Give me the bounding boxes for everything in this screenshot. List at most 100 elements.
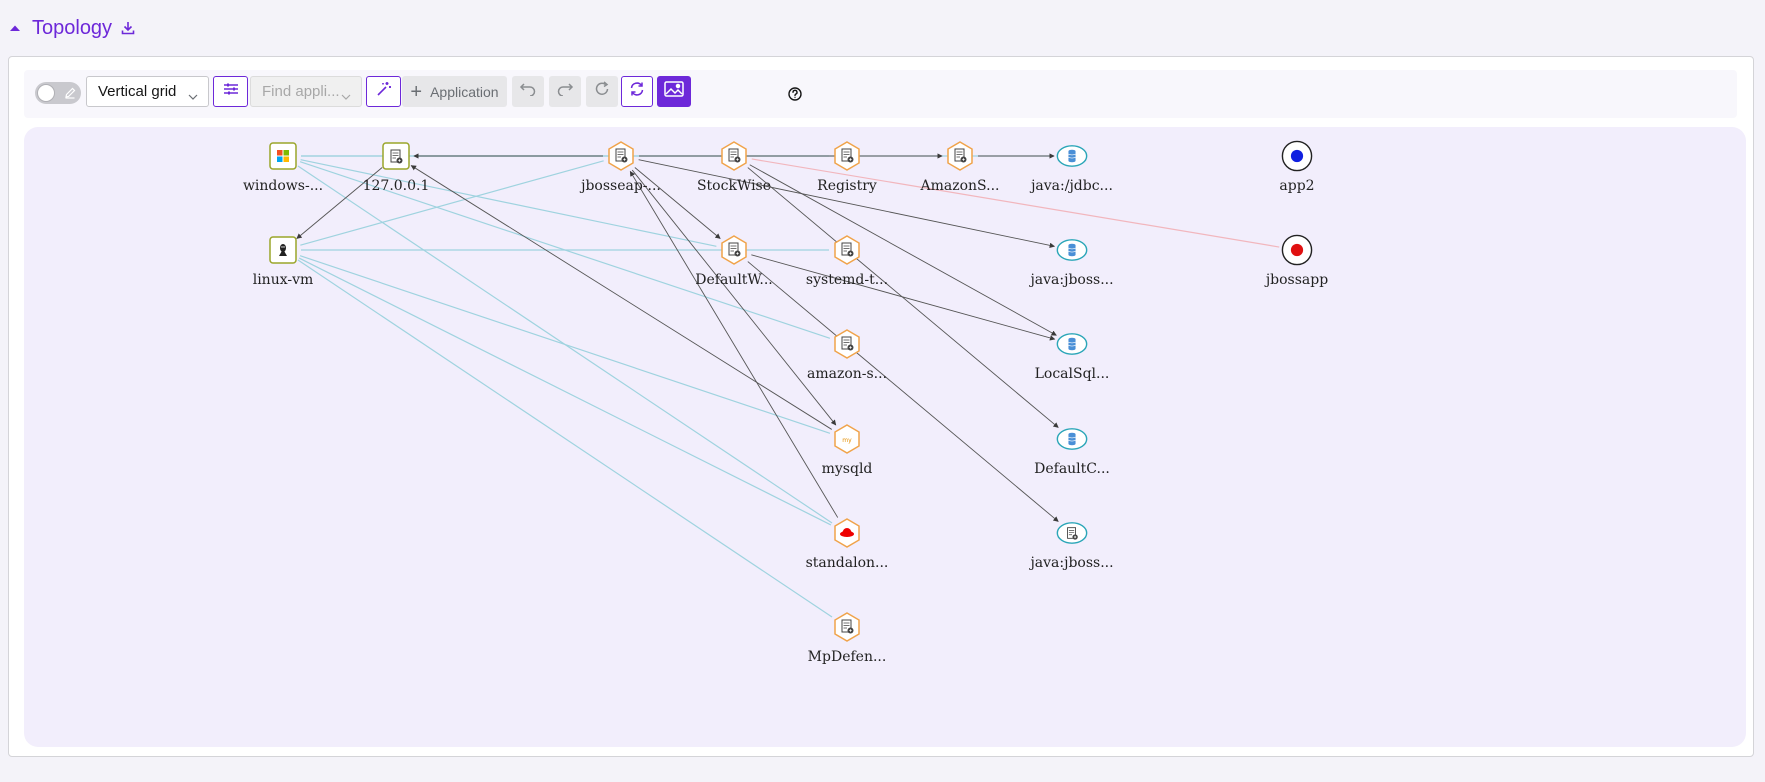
- node-label: StockWise: [696, 178, 772, 194]
- plus-icon: +: [410, 80, 423, 103]
- section-title: Topology: [32, 16, 113, 39]
- redo-button[interactable]: [549, 76, 581, 107]
- app-red-icon: [1281, 234, 1313, 266]
- topology-node-mysqld[interactable]: my mysqld: [792, 423, 902, 477]
- mysql-icon: my: [831, 423, 863, 455]
- topology-node-jdbc[interactable]: java:/jdbc...: [1017, 140, 1127, 194]
- node-label: amazon-s...: [806, 366, 888, 382]
- topology-node-jbosseap[interactable]: jbosseap-...: [566, 140, 676, 194]
- node-label: windows-...: [242, 178, 324, 194]
- download-icon[interactable]: [120, 20, 136, 36]
- service-icon: [831, 611, 863, 643]
- sync-icon: [629, 81, 645, 102]
- toggle-knob: [37, 84, 55, 102]
- topology-node-jboss1[interactable]: java:jboss...: [1017, 234, 1127, 288]
- edge-jbosseap-to-mysqld[interactable]: [631, 169, 837, 426]
- edge-linux-to-standalon[interactable]: [298, 257, 832, 526]
- service-icon: [831, 328, 863, 360]
- layout-select[interactable]: Vertical grid: [86, 76, 209, 107]
- sliders-icon: [223, 82, 239, 101]
- service-icon: [831, 234, 863, 266]
- topology-node-jboss2[interactable]: java:jboss...: [1017, 517, 1127, 571]
- topology-node-mpdefen[interactable]: MpDefen...: [792, 611, 902, 665]
- host-file-icon: [380, 140, 412, 172]
- node-label: java:jboss...: [1030, 555, 1114, 571]
- node-label: Registry: [817, 178, 877, 194]
- undo-button[interactable]: [512, 76, 544, 107]
- topology-node-127[interactable]: 127.0.0.1: [341, 140, 451, 194]
- topology-node-standalon[interactable]: standalon...: [792, 517, 902, 571]
- node-label: MpDefen...: [807, 649, 887, 665]
- node-label: LocalSql...: [1034, 366, 1110, 382]
- node-label: AmazonS...: [920, 178, 1000, 194]
- topology-node-app2[interactable]: app2: [1242, 140, 1352, 194]
- topology-node-defaultw[interactable]: DefaultW...: [679, 234, 789, 288]
- node-label: systemd-t...: [805, 272, 889, 288]
- pencil-icon: [64, 86, 76, 104]
- help-icon[interactable]: [788, 87, 802, 101]
- toolbar: Vertical grid Find appli... + Applicatio…: [24, 70, 1737, 118]
- rotate-icon: [594, 81, 610, 102]
- redo-icon: [556, 82, 574, 101]
- reload-button[interactable]: [586, 76, 618, 107]
- datasource-icon: [1056, 140, 1088, 172]
- service-icon: [605, 140, 637, 172]
- caret-up-icon[interactable]: [8, 21, 22, 35]
- node-label: linux-vm: [252, 272, 314, 288]
- service-icon: [831, 140, 863, 172]
- redhat-icon: [831, 517, 863, 549]
- topology-node-jbossapp[interactable]: jbossapp: [1242, 234, 1352, 288]
- topology-node-localsql[interactable]: LocalSql...: [1017, 328, 1127, 382]
- datasource-icon: [1056, 423, 1088, 455]
- topology-node-stockwise[interactable]: StockWise: [679, 140, 789, 194]
- find-application-placeholder: Find appli...: [262, 83, 340, 100]
- topology-canvas[interactable]: windows-... 127.0.0.1 jbosseap-... StockWis…: [24, 127, 1746, 747]
- windows-host-icon: [267, 140, 299, 172]
- edge-linux-to-mpdefen[interactable]: [297, 259, 833, 618]
- chevron-down-icon: [188, 87, 198, 104]
- svg-text:my: my: [842, 437, 852, 444]
- refresh-button[interactable]: [621, 76, 653, 107]
- edit-mode-toggle[interactable]: [35, 82, 81, 104]
- node-label: jbosseap-...: [581, 178, 661, 194]
- topology-panel: Vertical grid Find appli... + Applicatio…: [8, 56, 1754, 757]
- topology-node-amazonS[interactable]: AmazonS...: [905, 140, 1015, 194]
- node-label: DefaultC...: [1034, 461, 1110, 477]
- datasource-icon: [1056, 234, 1088, 266]
- edge-defaultw-to-jboss2[interactable]: [747, 261, 1059, 522]
- find-application-select[interactable]: Find appli...: [250, 76, 362, 107]
- edge-mysqld-to-127[interactable]: [410, 165, 832, 430]
- node-label: standalon...: [805, 555, 889, 571]
- node-label: mysqld: [821, 461, 873, 477]
- app-blue-icon: [1281, 140, 1313, 172]
- magic-wand-icon: [376, 81, 392, 102]
- topology-node-windows[interactable]: windows-...: [228, 140, 338, 194]
- auto-layout-button[interactable]: [366, 76, 401, 107]
- node-label: java:/jdbc...: [1031, 178, 1113, 194]
- topology-node-linux[interactable]: linux-vm: [228, 234, 338, 288]
- edge-stockwise-to-defaultc[interactable]: [747, 167, 1059, 428]
- node-label: DefaultW...: [695, 272, 773, 288]
- topology-node-defaultc[interactable]: DefaultC...: [1017, 423, 1127, 477]
- chevron-down-icon: [341, 87, 351, 104]
- node-label: app2: [1279, 178, 1315, 194]
- service-icon: [718, 140, 750, 172]
- service-icon: [944, 140, 976, 172]
- add-application-label: Application: [430, 83, 499, 100]
- export-image-button[interactable]: [657, 76, 691, 107]
- topology-node-registry[interactable]: Registry: [792, 140, 902, 194]
- node-label: jbossapp: [1265, 272, 1329, 288]
- linux-host-icon: [267, 234, 299, 266]
- filter-settings-button[interactable]: [213, 76, 248, 107]
- undo-icon: [519, 82, 537, 101]
- layout-select-value: Vertical grid: [98, 83, 177, 100]
- topology-node-systemd[interactable]: systemd-t...: [792, 234, 902, 288]
- datasource-icon: [1056, 328, 1088, 360]
- node-label: java:jboss...: [1030, 272, 1114, 288]
- node-label: 127.0.0.1: [362, 178, 430, 194]
- add-application-button[interactable]: + Application: [402, 76, 507, 107]
- section-header: Topology: [8, 12, 136, 44]
- topology-node-amazons2[interactable]: amazon-s...: [792, 328, 902, 382]
- jndi-file-icon: [1056, 517, 1088, 549]
- image-icon: [664, 81, 684, 102]
